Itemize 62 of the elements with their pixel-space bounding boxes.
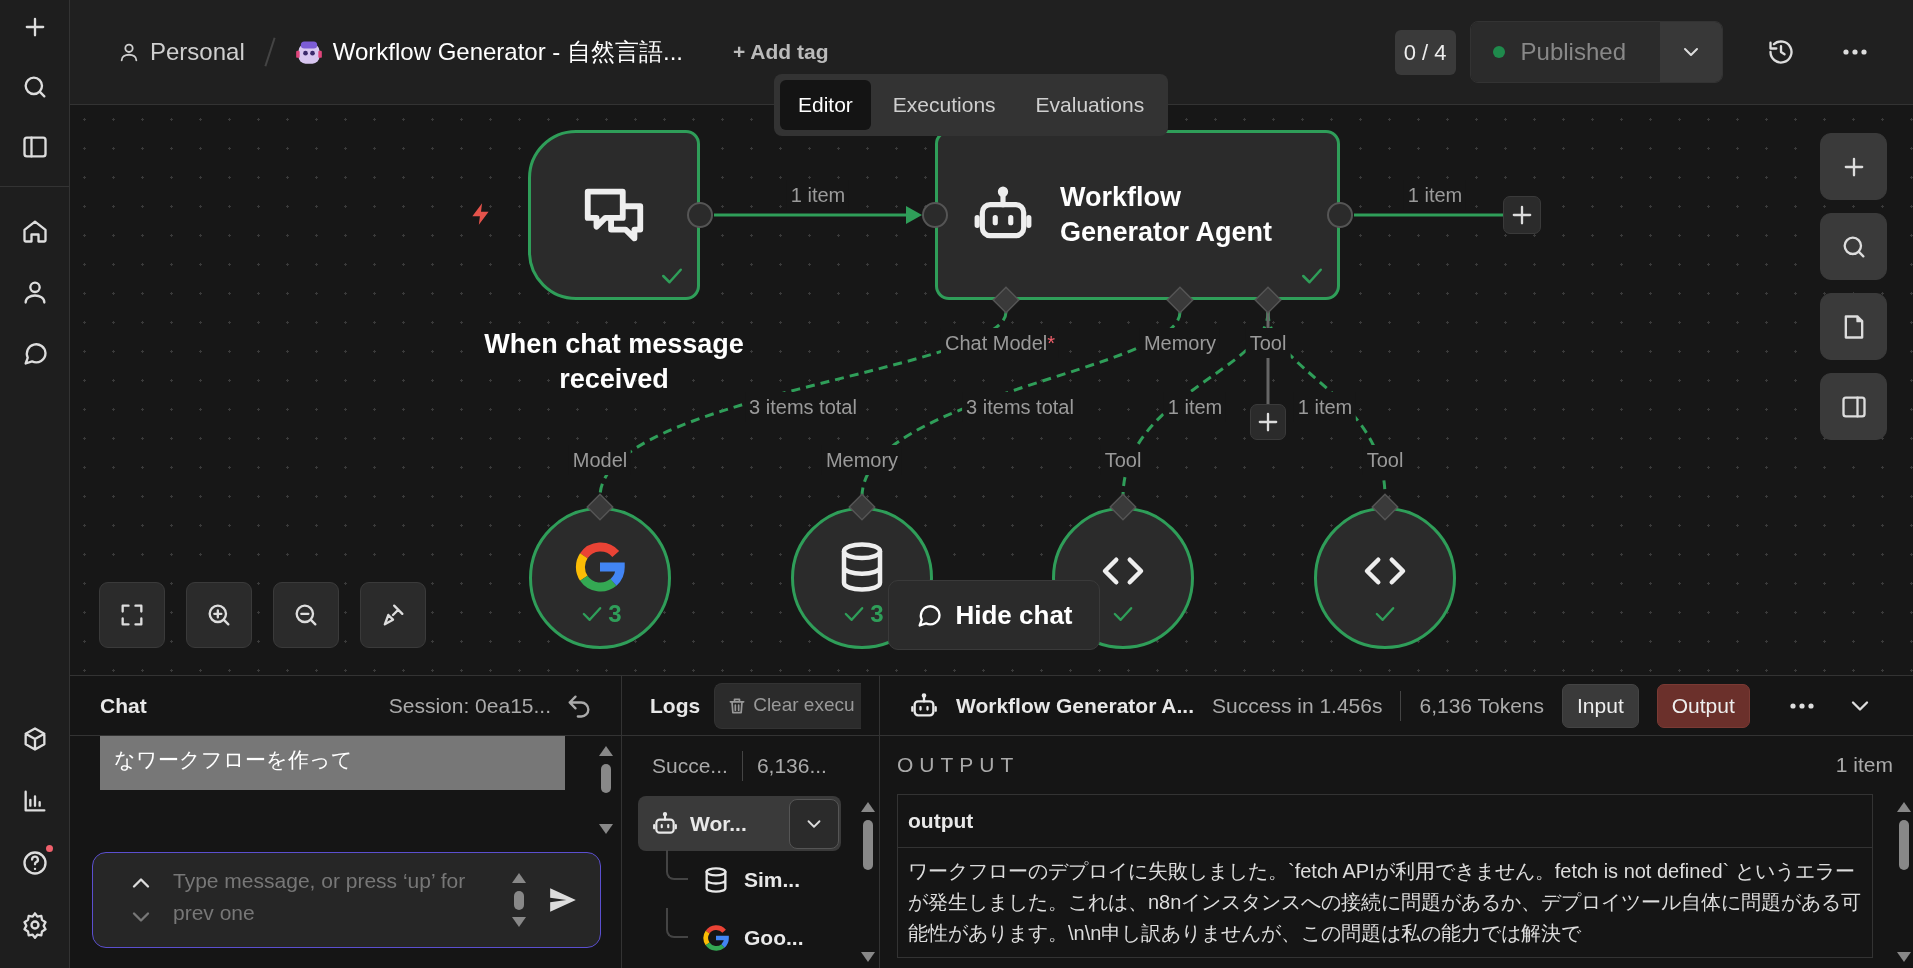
run-count: 3 [608, 599, 622, 629]
log-tree-item[interactable]: Sim... [622, 851, 879, 909]
run-status: Succe... [652, 753, 728, 780]
more-icon [1843, 49, 1867, 55]
sticky-note-button[interactable] [1820, 293, 1887, 360]
zoom-out-button[interactable] [273, 582, 339, 648]
node-label: When chat message received [483, 328, 745, 397]
view-toggle[interactable]: Output [1656, 683, 1750, 728]
add-tool-button[interactable] [1250, 404, 1286, 440]
token-count: 6,136... [756, 753, 827, 780]
section-title: OUTPUT [897, 752, 1020, 779]
table-cell-text: ワークフローのデプロイに失敗しました。`fetch APIが利用できません。fetch is not defined` というエラーが発生しました。これは、n8nインスタンスへの接続に問題があるか、デプロイツール自体に問題がある可能性があります。\n\n申し訳ありませんが、この問題は私の能力では解決で [907, 858, 1863, 946]
panel-title: Logs [650, 692, 701, 719]
g-logo-icon [573, 540, 627, 594]
send-icon [549, 886, 577, 914]
chat-input-field[interactable]: Type message, or press ‘up’ for prev one [92, 852, 601, 948]
user-message: なワークフローを作って [100, 736, 565, 790]
robot-icon [652, 810, 678, 837]
robot-icon [910, 691, 938, 720]
clear-execution-button[interactable]: Clear execu [714, 682, 861, 729]
run-count: 3 [870, 599, 884, 629]
node-label: Workflow Generator Agent [1060, 180, 1274, 249]
agent-node[interactable]: Workflow Generator Agent [935, 130, 1340, 300]
zoom-in-button[interactable] [186, 582, 252, 648]
more-icon [1789, 702, 1814, 709]
item-count: 1 item [1835, 752, 1893, 779]
add-node-panel-button[interactable] [1820, 133, 1887, 200]
panel-title: Chat [100, 692, 147, 719]
settings-icon [20, 911, 49, 939]
fit-view-button[interactable] [99, 582, 165, 648]
view-toggle[interactable]: Input [1562, 683, 1639, 728]
hide-chat-button[interactable]: Hide chat [888, 580, 1100, 650]
panel-toggle-button[interactable] [1820, 373, 1887, 440]
version-count: 0 / 4 [1394, 29, 1456, 75]
port-label: Tool [1245, 328, 1291, 358]
log-tree-item[interactable]: Goo... [622, 909, 879, 967]
session-id: Session: 0ea15... [388, 692, 551, 719]
node-name: Workflow Generator A... [956, 692, 1195, 719]
history-icon [1767, 38, 1795, 66]
port-handle[interactable] [687, 202, 713, 228]
user-icon [118, 41, 140, 63]
view-tab[interactable]: Evaluations [1017, 80, 1163, 130]
help-icon [20, 849, 49, 877]
workflow-title[interactable]: Workflow Generator - 自然言語... [332, 34, 684, 70]
publish-button[interactable]: Published [1470, 22, 1660, 82]
port-handle[interactable] [922, 202, 948, 228]
project-link[interactable]: Personal [150, 34, 245, 70]
trigger-node[interactable] [528, 130, 700, 300]
add-node-button[interactable] [1503, 196, 1541, 234]
run-status: Success in 1.456s [1212, 692, 1383, 719]
g-logo-icon [702, 924, 730, 952]
sub-node[interactable]: 3 [529, 507, 671, 649]
token-count: 6,136 Tokens [1419, 692, 1545, 719]
search-nodes-button[interactable] [1820, 213, 1887, 280]
view-tab[interactable]: Editor [780, 80, 871, 130]
view-tab[interactable]: Executions [874, 80, 1014, 130]
column-header: output [898, 795, 1872, 848]
add-tag-button[interactable]: + Add tag [733, 36, 829, 68]
message-input[interactable]: Type message, or press ‘up’ for prev one [173, 865, 498, 935]
port-handle[interactable] [1327, 202, 1353, 228]
tidy-up-button[interactable] [360, 582, 426, 648]
log-tree-item[interactable]: Wor... [638, 796, 841, 851]
